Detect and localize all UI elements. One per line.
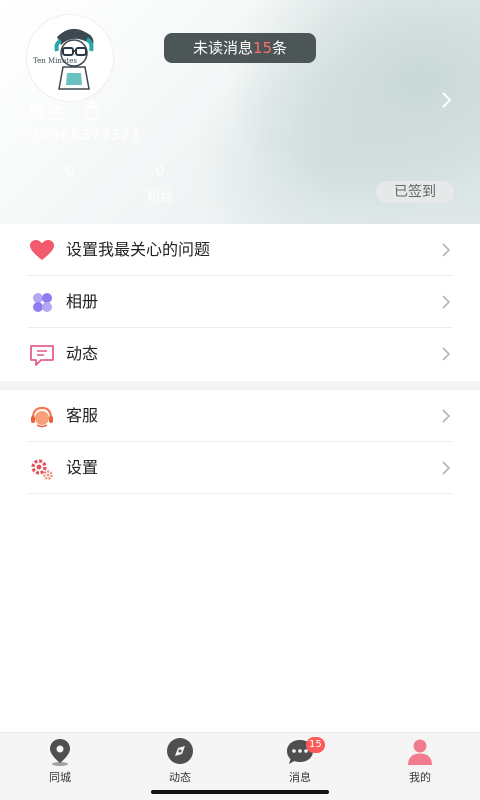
tab-label: 动态	[169, 771, 191, 784]
tab-messages[interactable]: 15 消息	[270, 737, 330, 785]
avatar-image: Ten Minutes	[27, 15, 113, 101]
menu-item-label: 设置	[66, 458, 99, 477]
stat-value: 0	[65, 164, 75, 180]
chevron-right-icon	[442, 409, 451, 423]
menu-item-label: 客服	[66, 406, 99, 425]
unread-prefix: 未读消息	[192, 39, 253, 57]
tab-nearby[interactable]: 同城	[30, 737, 90, 785]
avatar-caption-ten: Ten Minutes	[33, 57, 77, 65]
chevron-right-icon	[442, 347, 451, 361]
unread-suffix: 条	[272, 39, 288, 57]
location-pin-icon	[50, 739, 70, 766]
home-indicator[interactable]	[151, 790, 329, 794]
tab-feed[interactable]: 动态	[150, 737, 210, 785]
menu-item-customer-service[interactable]: 客服	[27, 390, 453, 442]
checkin-button[interactable]: 已签到	[376, 181, 454, 203]
male-gender-icon	[84, 100, 100, 121]
menu-item-label: 相册	[66, 292, 99, 311]
user-icon	[408, 739, 432, 765]
profile-header: Ten Minutes 未读消息15条 男主 ID:966372371 0 0 …	[0, 0, 480, 225]
tab-mine[interactable]: 我的	[390, 737, 450, 785]
album-icon	[33, 293, 52, 312]
stat-value: 0	[155, 164, 165, 180]
user-id: ID:966372371	[28, 126, 141, 144]
heart-icon	[30, 240, 54, 260]
menu-item-label: 设置我最关心的问题	[66, 240, 211, 259]
menu-item-feed[interactable]: 动态	[27, 328, 453, 380]
chevron-right-icon	[442, 243, 451, 257]
menu-item-concern-questions[interactable]: 设置我最关心的问题	[27, 224, 453, 276]
compass-icon	[167, 738, 193, 764]
username: 男主	[28, 103, 66, 124]
gear-icon	[31, 459, 53, 480]
menu-item-album[interactable]: 相册	[27, 276, 453, 328]
menu-item-settings[interactable]: 设置	[27, 442, 453, 494]
menu-group-secondary: 客服 设置	[0, 390, 480, 494]
tab-label: 消息	[289, 771, 311, 784]
chevron-right-icon[interactable]	[438, 90, 456, 110]
stat-following[interactable]: 0	[40, 164, 100, 186]
tab-label: 同城	[49, 771, 71, 784]
customer-service-icon	[31, 406, 53, 428]
tab-label: 我的	[409, 771, 431, 784]
stat-label: 粉丝	[146, 190, 173, 205]
avatar[interactable]: Ten Minutes	[26, 14, 114, 102]
unread-messages-banner[interactable]: 未读消息15条	[164, 33, 316, 63]
unread-badge: 15	[306, 737, 325, 753]
chevron-right-icon	[442, 461, 451, 475]
menu-group-primary: 设置我最关心的问题 相册 动态	[0, 224, 480, 380]
chat-bubble-icon	[30, 345, 54, 366]
menu-item-label: 动态	[66, 344, 99, 363]
section-divider	[0, 381, 480, 390]
chevron-right-icon	[442, 295, 451, 309]
stat-fans[interactable]: 0 粉丝	[130, 164, 190, 205]
unread-count: 15	[252, 39, 273, 57]
